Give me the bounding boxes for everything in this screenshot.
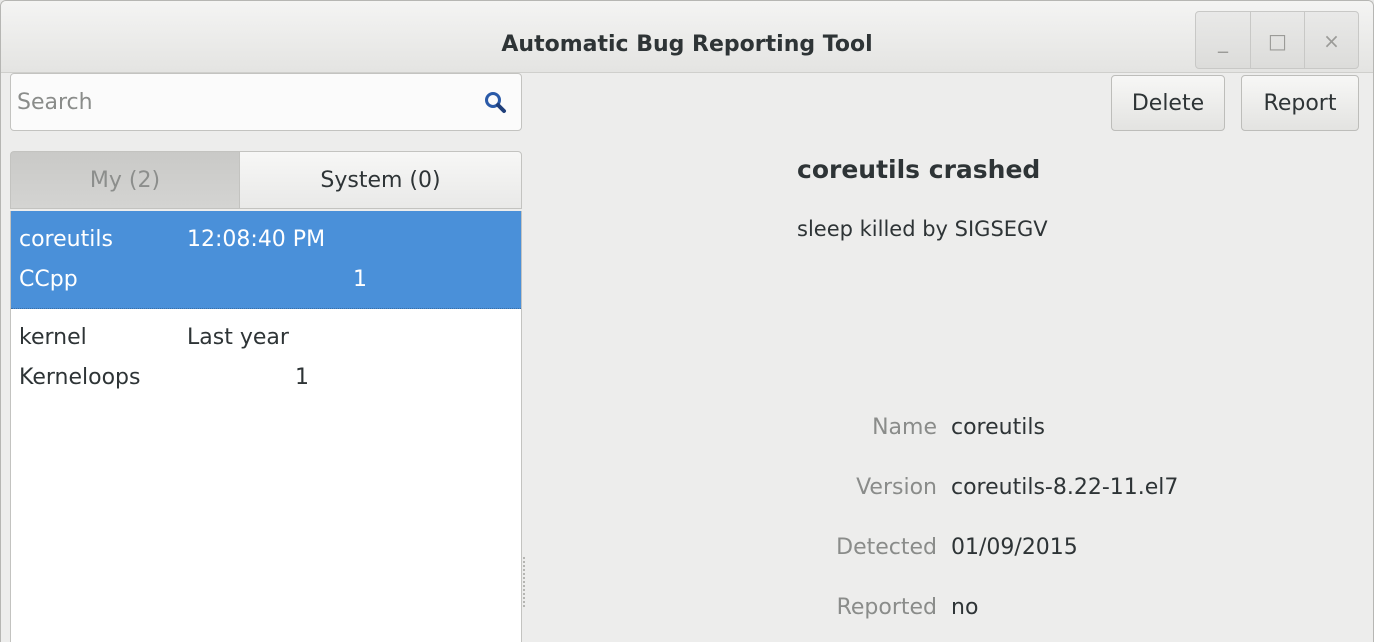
problem-count: 1 [295,365,309,390]
tab-my[interactable]: My (2) [10,151,239,209]
problem-type: CCpp [19,267,78,292]
window-controls: _ □ × [1195,11,1359,69]
property-row: Version coreutils-8.22-11.el7 [529,475,1359,535]
property-row: Reported no [529,595,1359,642]
property-key: Name [872,415,937,440]
title-bar[interactable]: Automatic Bug Reporting Tool _ □ × [1,1,1373,73]
search-input[interactable] [17,74,457,130]
close-button[interactable]: × [1304,12,1358,68]
crash-reason: sleep killed by SIGSEGV [797,217,1048,241]
property-key: Version [856,475,937,500]
maximize-icon: □ [1268,29,1287,53]
minimize-button[interactable]: _ [1196,12,1250,68]
problem-sidebar: My (2) System (0) coreutils 12:08:40 PM … [10,73,522,642]
property-value: 01/09/2015 [951,535,1078,560]
list-item[interactable]: kernel Last year Kerneloops 1 [11,309,521,407]
toolbar: Delete Report [1111,75,1359,131]
problem-properties: Name coreutils Version coreutils-8.22-11… [529,415,1359,642]
pane-resize-handle[interactable] [523,557,527,607]
minimize-icon: _ [1218,29,1228,53]
search-box [10,73,522,131]
problem-detail: coreutils crashed sleep killed by SIGSEG… [529,133,1359,642]
maximize-button[interactable]: □ [1250,12,1304,68]
app-window: Automatic Bug Reporting Tool _ □ × My (2… [0,0,1374,642]
problem-time: Last year [187,325,289,350]
close-icon: × [1323,29,1340,53]
list-item[interactable]: coreutils 12:08:40 PM CCpp 1 [11,211,521,309]
crash-title: coreutils crashed [797,155,1041,184]
problem-time: 12:08:40 PM [187,227,326,252]
problem-count: 1 [353,267,367,292]
property-row: Detected 01/09/2015 [529,535,1359,595]
problem-list: coreutils 12:08:40 PM CCpp 1 kernel Last… [10,211,522,642]
problem-type: Kerneloops [19,365,141,390]
property-value: no [951,595,979,620]
problem-name: coreutils [19,227,113,252]
property-value: coreutils-8.22-11.el7 [951,475,1179,500]
tab-system[interactable]: System (0) [239,151,522,209]
property-row: Name coreutils [529,415,1359,475]
property-value: coreutils [951,415,1045,440]
search-icon[interactable] [483,90,507,114]
property-key: Detected [836,535,937,560]
problem-tabs: My (2) System (0) [10,151,522,209]
property-key: Reported [836,595,937,620]
report-button[interactable]: Report [1241,75,1359,131]
problem-name: kernel [19,325,87,350]
window-title: Automatic Bug Reporting Tool [501,32,873,57]
delete-button[interactable]: Delete [1111,75,1225,131]
